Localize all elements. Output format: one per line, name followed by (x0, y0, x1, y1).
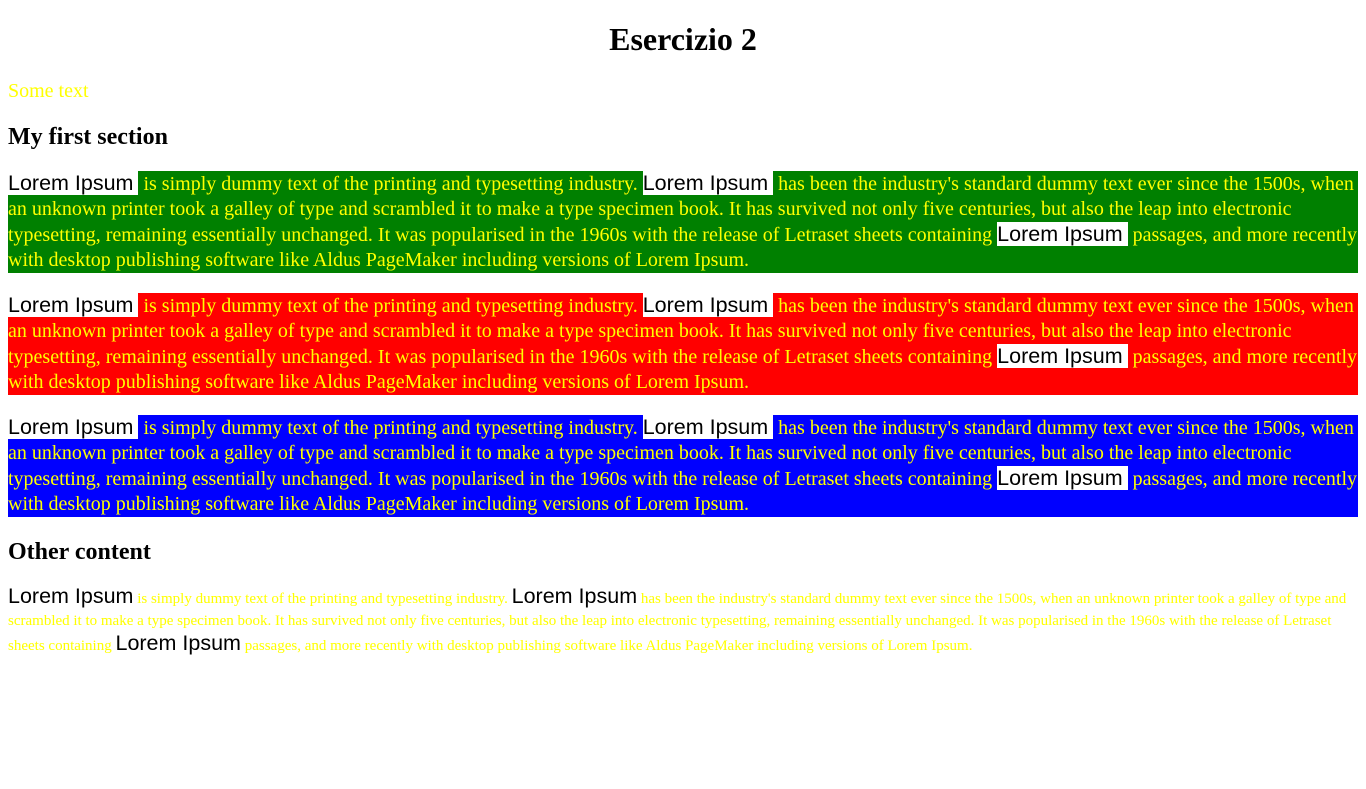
lorem-highlight: Lorem Ipsum (997, 222, 1128, 246)
lorem-highlight: Lorem Ipsum (642, 171, 774, 195)
lorem-highlight: Lorem Ipsum (997, 344, 1128, 368)
paragraph-text: is simply dummy text of the printing and… (138, 417, 643, 439)
paragraph-blue: Lorem Ipsum is simply dummy text of the … (8, 415, 1358, 517)
lorem-highlight: Lorem Ipsum (8, 171, 139, 195)
lorem-highlight: Lorem Ipsum (511, 584, 638, 608)
paragraph-red: Lorem Ipsum is simply dummy text of the … (8, 293, 1358, 395)
lorem-highlight: Lorem Ipsum (8, 293, 139, 317)
lorem-highlight: Lorem Ipsum (997, 466, 1128, 490)
paragraph-text: is simply dummy text of the printing and… (133, 591, 512, 607)
paragraph-text: is simply dummy text of the printing and… (138, 295, 643, 317)
page-title: Esercizio 2 (609, 21, 757, 57)
lorem-highlight: Lorem Ipsum (8, 584, 134, 608)
section-heading-other: Other content (8, 539, 151, 565)
lorem-highlight: Lorem Ipsum (8, 415, 139, 439)
paragraph-green: Lorem Ipsum is simply dummy text of the … (8, 171, 1358, 273)
some-text: Some text (8, 80, 89, 102)
lorem-highlight: Lorem Ipsum (642, 415, 774, 439)
lorem-highlight: Lorem Ipsum (115, 631, 241, 655)
paragraph-text: is simply dummy text of the printing and… (138, 173, 643, 195)
paragraph-other: Lorem Ipsum is simply dummy text of the … (8, 585, 1358, 657)
paragraph-text: passages, and more recently with desktop… (240, 638, 973, 654)
section-heading-first: My first section (8, 124, 168, 150)
lorem-highlight: Lorem Ipsum (642, 293, 774, 317)
